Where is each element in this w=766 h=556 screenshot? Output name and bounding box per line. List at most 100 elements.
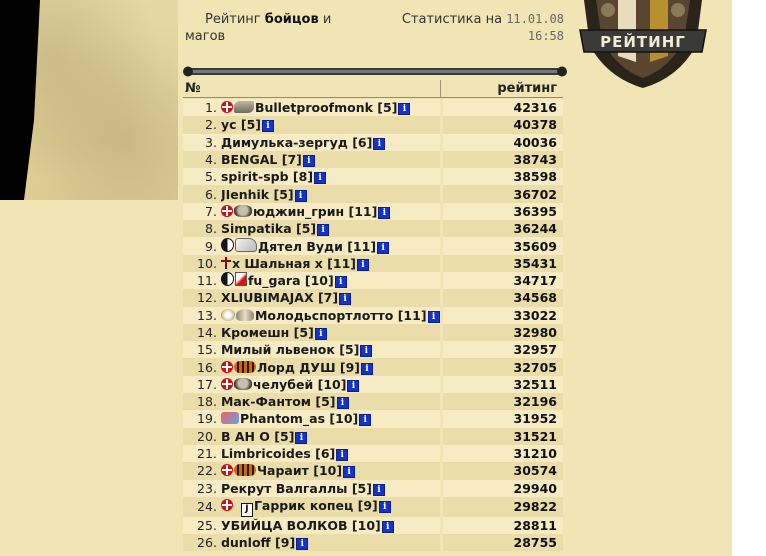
player-name-link[interactable]: челубей	[253, 377, 313, 392]
table-row: 4. BENGAL [7] i 38743	[183, 150, 563, 169]
player-level: [7]	[317, 290, 339, 306]
player-name-link[interactable]: dunloff	[221, 535, 271, 550]
info-icon[interactable]: i	[317, 224, 330, 237]
clan-cross-icon[interactable]	[220, 498, 233, 511]
player-name-link[interactable]: spirit-spb	[221, 169, 289, 184]
skull-icon[interactable]	[233, 204, 252, 217]
info-icon[interactable]: i	[398, 103, 411, 116]
rating-score: 30574	[443, 462, 563, 480]
rank-position: 3.	[183, 133, 221, 151]
player-name-link[interactable]: Дятел Вуди	[258, 239, 343, 254]
info-icon[interactable]: i	[372, 483, 385, 496]
info-icon[interactable]: i	[347, 379, 360, 392]
info-icon[interactable]: i	[296, 538, 309, 551]
info-icon[interactable]: i	[314, 328, 327, 340]
player-name-link[interactable]: BENGAL	[221, 152, 277, 167]
info-icon[interactable]: i	[261, 120, 274, 133]
info-icon[interactable]: i	[339, 293, 352, 306]
player-name-link[interactable]: Bulletproofmonk	[255, 100, 373, 115]
clan-cross-icon[interactable]	[220, 101, 233, 114]
player-name-link[interactable]: x Шальная x	[232, 256, 323, 271]
player-cell: spirit-spb [8] i	[220, 168, 440, 186]
pointing-hand-icon[interactable]	[234, 237, 257, 252]
cube-icon[interactable]	[220, 412, 239, 425]
player-name-link[interactable]: Simpatika	[221, 221, 292, 236]
player-name-link[interactable]: Мак-Фантом	[221, 394, 311, 409]
tiger-icon[interactable]	[233, 464, 256, 477]
player-name-link[interactable]: yc	[221, 117, 237, 132]
player-name-link[interactable]: юджин_грин	[253, 204, 344, 219]
ornament-icon[interactable]	[220, 308, 235, 321]
rank-position: 10.	[183, 254, 221, 272]
yin-yang-icon[interactable]	[220, 237, 234, 252]
player-name-link[interactable]: JIenhik	[221, 187, 269, 202]
clan-cross-icon[interactable]	[220, 377, 233, 390]
title-prefix: Рейтинг	[205, 12, 261, 27]
rating-score: 32511	[443, 375, 563, 394]
rank-position: 5.	[183, 168, 221, 186]
player-name-link[interactable]: Кромешн	[221, 325, 289, 340]
helmet-icon[interactable]	[235, 308, 254, 321]
info-icon[interactable]: i	[357, 258, 369, 271]
info-icon[interactable]: i	[334, 276, 347, 289]
clan-cross-icon[interactable]	[220, 360, 233, 373]
rank-position: 20.	[183, 427, 221, 445]
tiger-icon[interactable]	[233, 360, 256, 373]
player-name-link[interactable]: УБИЙЦА ВОЛКОВ	[221, 518, 348, 533]
player-name-link[interactable]: Рекрут Валгаллы	[221, 481, 348, 496]
playing-card-icon[interactable]: J	[240, 502, 253, 517]
pen-icon[interactable]	[234, 272, 247, 287]
rank-position: 26.	[183, 534, 221, 552]
table-row: 14. Кромешн [5] i 32980	[183, 323, 563, 342]
info-icon[interactable]: i	[381, 520, 394, 533]
info-icon[interactable]: i	[314, 172, 327, 185]
player-cell: BENGAL [7] i	[220, 150, 440, 169]
info-icon[interactable]: i	[377, 241, 390, 254]
rank-position: 22.	[183, 462, 221, 480]
info-icon[interactable]: i	[295, 431, 308, 444]
stats-date: 11.01.08	[506, 12, 564, 26]
player-name-link[interactable]: Молодьспортлотто	[255, 308, 393, 323]
player-level: [8]	[292, 169, 314, 185]
table-row: 12. XLIUBIMAJAX [7] i 34568	[183, 289, 563, 307]
player-name-link[interactable]: В АН О	[221, 429, 270, 444]
info-icon[interactable]: i	[378, 500, 391, 513]
player-cell: Bulletproofmonk [5] i	[220, 99, 440, 117]
info-icon[interactable]: i	[373, 137, 386, 150]
info-icon[interactable]: i	[378, 206, 391, 219]
column-number: №	[185, 81, 201, 96]
player-name-link[interactable]: Гаррик копец	[254, 498, 353, 513]
info-icon[interactable]: i	[343, 466, 356, 479]
table-row: 1. Bulletproofmonk [5] i 42316	[183, 99, 563, 117]
player-name-link[interactable]: Phantom_as	[240, 411, 325, 426]
player-name-link[interactable]: XLIUBIMAJAX	[221, 290, 314, 305]
info-icon[interactable]: i	[361, 362, 373, 375]
info-icon[interactable]: i	[302, 155, 315, 168]
player-name-link[interactable]: Милый львенок	[221, 342, 335, 357]
info-icon[interactable]: i	[336, 397, 349, 410]
info-icon[interactable]: i	[294, 189, 307, 202]
rank-position: 12.	[183, 289, 221, 307]
player-cell: В АН О [5] i	[220, 427, 440, 445]
player-name-link[interactable]: Чараит	[257, 463, 309, 478]
skull-icon[interactable]	[233, 377, 252, 390]
clan-cross-icon[interactable]	[220, 464, 233, 477]
wing-icon[interactable]	[233, 101, 254, 114]
info-icon[interactable]: i	[360, 345, 373, 358]
player-name-link[interactable]: fu_gara	[248, 273, 301, 288]
yin-yang-icon[interactable]	[220, 272, 234, 287]
rating-score: 31521	[443, 427, 563, 445]
player-name-link[interactable]: Димулька-зергуд	[221, 135, 348, 150]
info-icon[interactable]: i	[427, 310, 440, 323]
clan-cross-icon[interactable]	[220, 204, 233, 217]
player-name-link[interactable]: Limbricoides	[221, 446, 311, 461]
rating-score: 36702	[443, 185, 563, 203]
table-row: 2. yc [5] i 40378	[183, 116, 563, 134]
rating-score: 31210	[443, 444, 563, 463]
player-name-link[interactable]: Лорд ДУШ	[257, 360, 336, 375]
red-cross-icon[interactable]	[220, 256, 231, 269]
info-icon[interactable]: i	[336, 449, 349, 462]
info-icon[interactable]: i	[359, 414, 372, 427]
rating-score: 28755	[443, 534, 563, 552]
table-header: № рейтинг	[183, 80, 563, 98]
